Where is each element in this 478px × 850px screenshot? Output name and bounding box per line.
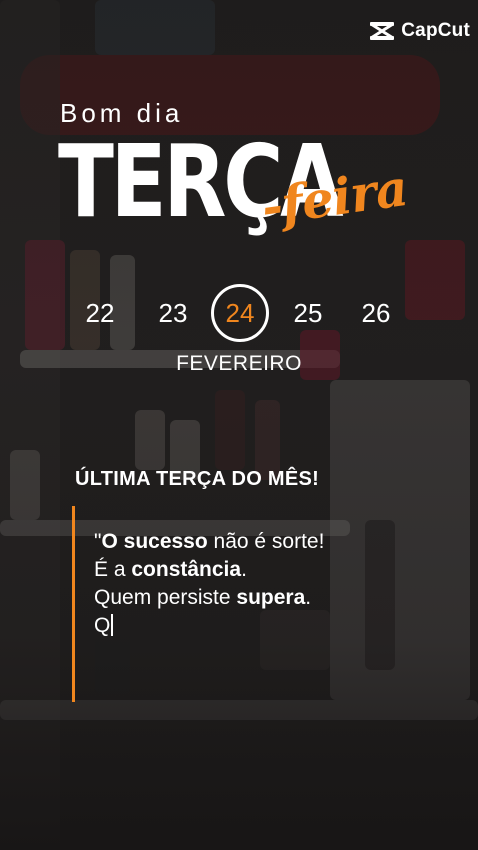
date-item: 23 (158, 298, 188, 328)
selected-date-ring (211, 284, 269, 342)
date-strip: 22 23 24 25 26 (0, 284, 478, 342)
quote-line-4: Q (94, 612, 324, 640)
quote-accent-bar (72, 506, 75, 702)
capcut-logo-icon (369, 21, 395, 41)
quote-line-2: É a constância. (94, 558, 247, 581)
quote-line-3: Quem persiste supera. (94, 586, 312, 609)
month-label: FEVEREIRO (176, 352, 302, 375)
quote-block: "O sucesso não é sorte! É a constância. … (94, 528, 324, 640)
date-item: 25 (293, 298, 323, 328)
capcut-brand-text: CapCut (401, 20, 470, 41)
quote-line-1: "O sucesso não é sorte! (94, 530, 325, 553)
date-item: 26 (361, 298, 391, 328)
typing-cursor (111, 614, 113, 636)
date-item: 22 (85, 298, 115, 328)
headline-text: ÚLTIMA TERÇA DO MÊS! (75, 468, 320, 490)
date-item-selected: 24 (210, 284, 270, 342)
capcut-watermark: CapCut (369, 20, 470, 42)
